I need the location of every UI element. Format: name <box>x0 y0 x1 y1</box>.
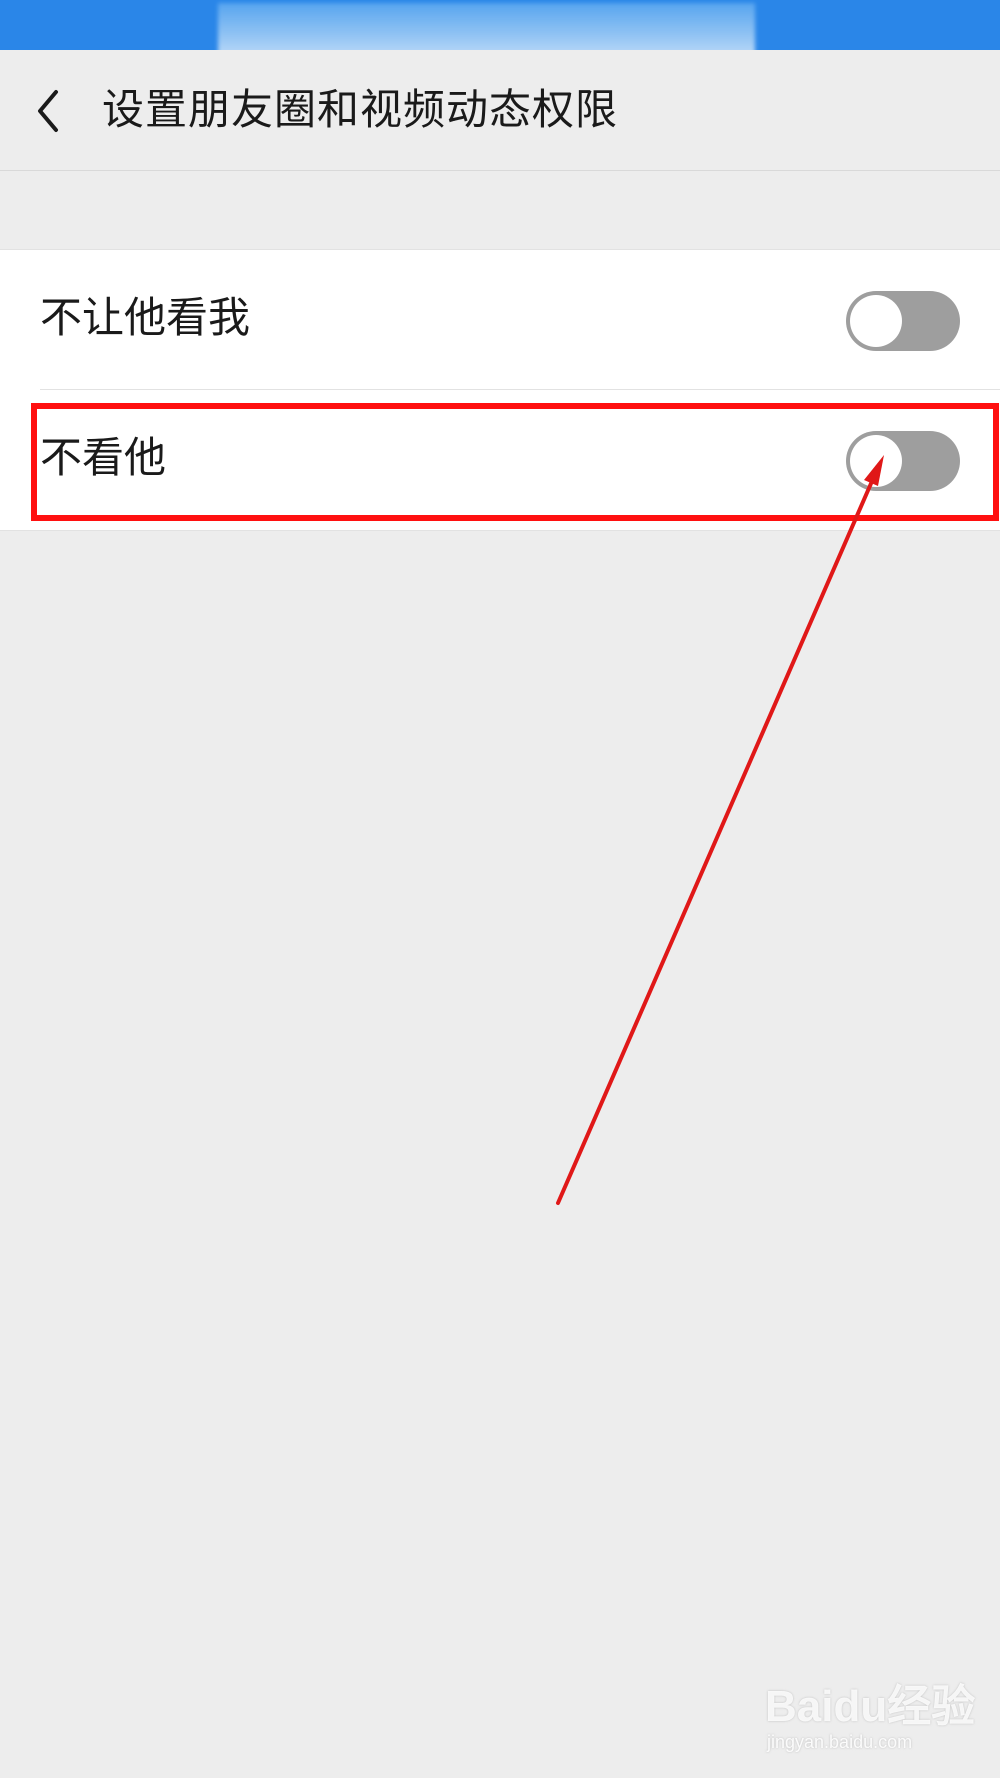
watermark-url: jingyan.baidu.com <box>767 1732 913 1752</box>
watermark-text: Baidu经验 <box>765 1682 976 1731</box>
setting-label: 不让他看我 <box>40 293 251 342</box>
screen: 设置朋友圈和视频动态权限 不让他看我 不看他 Baidu经验 jingyan.b… <box>0 0 1000 1778</box>
toggle-knob <box>850 295 902 347</box>
toggle-knob <box>850 435 902 487</box>
hide-my-moments-toggle[interactable] <box>846 291 960 351</box>
settings-card: 不让他看我 不看他 <box>0 249 1000 531</box>
setting-row-hide-my-moments[interactable]: 不让他看我 <box>0 250 1000 389</box>
baidu-jingyan-watermark: Baidu经验 jingyan.baidu.com <box>765 1660 975 1760</box>
setting-label: 不看他 <box>40 433 167 482</box>
page-title: 设置朋友圈和视频动态权限 <box>102 85 619 134</box>
chevron-left-icon[interactable] <box>30 86 70 136</box>
nav-header: 设置朋友圈和视频动态权限 <box>0 50 1000 171</box>
setting-row-hide-their-moments[interactable]: 不看他 <box>0 390 1000 529</box>
status-bar <box>0 0 1000 61</box>
hide-their-moments-toggle[interactable] <box>846 431 960 491</box>
